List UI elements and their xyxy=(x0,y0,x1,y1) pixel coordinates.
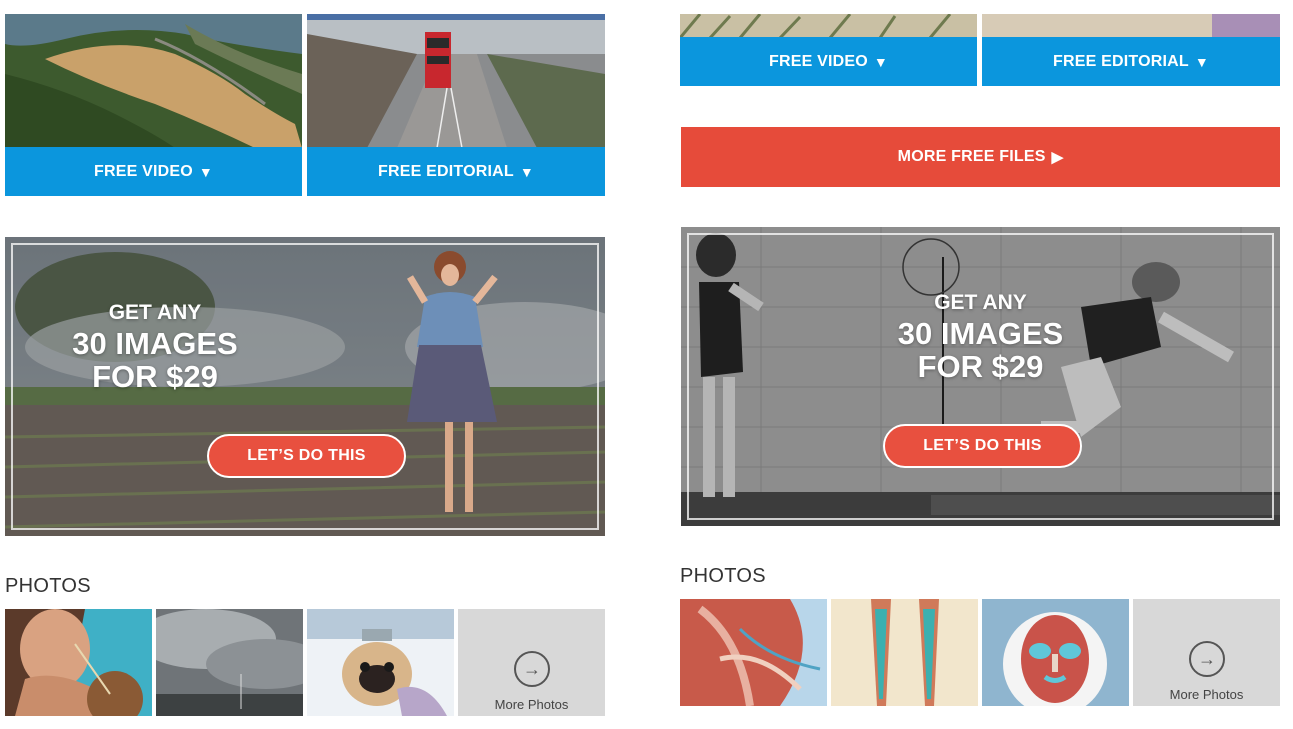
lets-do-this-button[interactable]: LET’S DO THIS xyxy=(207,434,406,478)
more-photos-tile[interactable]: → More Photos xyxy=(1133,599,1280,706)
triangle-down-icon: ▼ xyxy=(198,163,213,180)
free-editorial-label: FREE EDITORIAL xyxy=(1053,52,1189,70)
free-video-button[interactable]: FREE VIDEO ▼ xyxy=(5,147,302,196)
promo-line-images: 30 IMAGES xyxy=(897,316,1064,351)
more-free-files-label: MORE FREE FILES xyxy=(897,148,1046,165)
grass-field-image xyxy=(680,14,977,38)
woman-drinking-coconut-image xyxy=(5,609,152,716)
photo-thumbnail[interactable] xyxy=(831,599,978,706)
free-video-button[interactable]: FREE VIDEO ▼ xyxy=(680,37,977,86)
photo-thumbnail[interactable] xyxy=(680,599,827,706)
promo-line-images: 30 IMAGES xyxy=(72,326,238,361)
free-editorial-thumbnail[interactable] xyxy=(307,14,605,148)
arrow-right-circle-icon: → xyxy=(514,651,550,687)
free-editorial-button[interactable]: FREE EDITORIAL ▼ xyxy=(982,37,1280,86)
free-editorial-button[interactable]: FREE EDITORIAL ▼ xyxy=(307,147,605,196)
photo-thumbnail[interactable] xyxy=(5,609,152,716)
coastal-landscape-image xyxy=(5,14,302,148)
promo-line-get-any: GET ANY xyxy=(108,301,202,324)
triangle-down-icon: ▼ xyxy=(519,163,534,180)
free-video-thumbnail[interactable] xyxy=(5,14,302,148)
promo-banner[interactable]: GET ANY 30 IMAGES FOR $29 LET’S DO THIS xyxy=(681,227,1280,526)
play-arrow-icon: ▶ xyxy=(1051,149,1064,166)
free-video-label: FREE VIDEO xyxy=(94,162,193,180)
promo-banner[interactable]: GET ANY 30 IMAGES FOR $29 LET’S DO THIS xyxy=(5,237,605,536)
triangle-down-icon: ▼ xyxy=(873,53,888,70)
leg-anatomy-image xyxy=(831,599,978,706)
photo-thumbnail[interactable] xyxy=(307,609,454,716)
promo-line-price: FOR $29 xyxy=(92,359,218,394)
free-editorial-label: FREE EDITORIAL xyxy=(378,162,514,180)
right-panel: FREE VIDEO ▼ FREE EDITORIAL ▼ MORE FREE … xyxy=(680,0,1280,729)
lets-do-this-button[interactable]: LET’S DO THIS xyxy=(883,424,1082,468)
free-video-thumbnail[interactable] xyxy=(680,14,977,38)
more-photos-label: More Photos xyxy=(494,697,569,712)
photos-section-title: PHOTOS xyxy=(5,575,91,597)
arrow-right-circle-icon: → xyxy=(1189,641,1225,677)
promo-line-price: FOR $29 xyxy=(917,349,1044,384)
triangle-down-icon: ▼ xyxy=(1194,53,1209,70)
sand-texture-image xyxy=(982,14,1280,38)
free-video-label: FREE VIDEO xyxy=(769,52,868,70)
pug-dog-image xyxy=(307,609,454,716)
muscle-anatomy-image xyxy=(680,599,827,706)
more-photos-tile[interactable]: → More Photos xyxy=(458,609,605,716)
city-street-tram-image xyxy=(307,14,605,148)
face-muscle-model-image xyxy=(982,599,1129,706)
free-editorial-thumbnail[interactable] xyxy=(982,14,1280,38)
left-panel: FREE VIDEO ▼ FREE EDITORIAL ▼ GET ANY 30… xyxy=(5,0,605,729)
photo-thumbnail[interactable] xyxy=(982,599,1129,706)
stormy-sky-image xyxy=(156,609,303,716)
photos-section-title: PHOTOS xyxy=(680,565,766,587)
more-free-files-button[interactable]: MORE FREE FILES ▶ xyxy=(681,127,1280,187)
promo-line-get-any: GET ANY xyxy=(934,291,1027,314)
photo-thumbnail[interactable] xyxy=(156,609,303,716)
more-photos-label: More Photos xyxy=(1169,687,1244,702)
